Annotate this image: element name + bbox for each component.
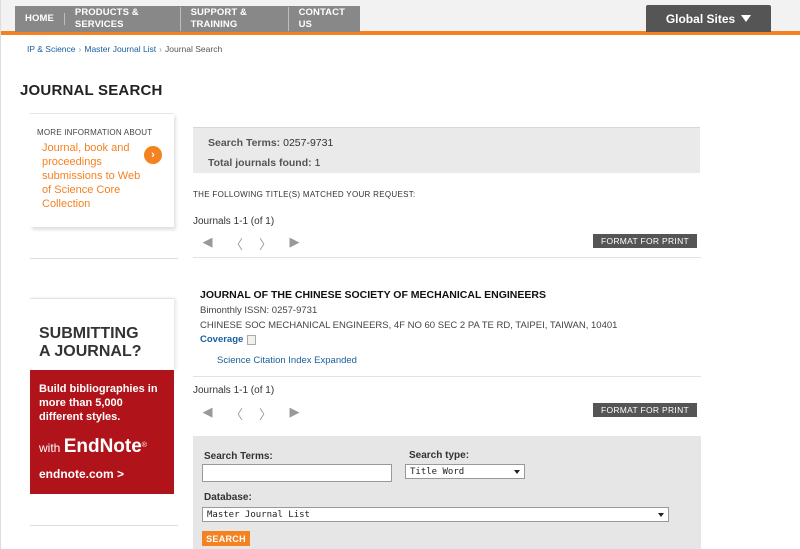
journal-issn: Bimonthly ISSN: 0257-9731 <box>200 305 318 316</box>
nav-products-services[interactable]: PRODUCTS & SERVICES <box>65 7 181 31</box>
pager-controls-top: ◀ 〈 〉 ▶ <box>193 234 309 253</box>
search-form: Search Terms: Search type: Title Word Da… <box>193 436 701 549</box>
pager-label-bottom: Journals 1-1 (of 1) <box>193 385 275 396</box>
main-nav-bar: HOME PRODUCTS & SERVICES SUPPORT & TRAIN… <box>15 6 360 32</box>
coverage-link[interactable]: Coverage <box>200 334 257 345</box>
chevron-down-icon <box>514 469 520 474</box>
search-terms-label: Search Terms: <box>204 451 273 462</box>
endnote-logo-text: EndNote <box>63 436 142 457</box>
search-button[interactable]: SEARCH <box>202 531 250 546</box>
endnote-brand: with EndNote® <box>39 436 147 458</box>
breadcrumb-master-journal-list[interactable]: Master Journal List <box>84 44 156 54</box>
summary-terms-label: Search Terms: <box>208 137 281 149</box>
global-sites-label: Global Sites <box>665 11 736 26</box>
summary-total-label: Total journals found: <box>208 157 312 169</box>
submitting-journal-title-line2: A JOURNAL? <box>39 343 142 360</box>
matched-heading: THE FOLLOWING TITLE(S) MATCHED YOUR REQU… <box>193 190 416 199</box>
nav-support-training[interactable]: SUPPORT & TRAINING <box>181 7 289 31</box>
breadcrumb-separator: › <box>159 44 163 54</box>
last-page-icon[interactable]: ▶ <box>280 404 309 423</box>
arrow-right-icon[interactable]: › <box>144 146 162 164</box>
sidebar-divider <box>30 525 178 526</box>
nav-home[interactable]: HOME <box>15 13 65 25</box>
chevron-down-icon <box>658 512 664 517</box>
more-info-heading: MORE INFORMATION ABOUT <box>37 128 153 137</box>
submitting-journal-title: SUBMITTING A JOURNAL? <box>39 325 142 361</box>
triangle-down-icon <box>741 15 752 22</box>
nav-contact-us[interactable]: CONTACT US <box>289 7 360 31</box>
divider <box>193 376 701 377</box>
search-type-select[interactable]: Title Word <box>405 464 525 479</box>
page: HOME PRODUCTS & SERVICES SUPPORT & TRAIN… <box>0 0 800 549</box>
submitting-journal-title-line1: SUBMITTING <box>39 325 139 342</box>
breadcrumb: IP & Science › Master Journal List › Journal… <box>27 44 222 54</box>
pager-controls-bottom: ◀ 〈 〉 ▶ <box>193 404 309 423</box>
more-info-link[interactable]: Journal, book and proceedings submission… <box>42 141 142 211</box>
search-terms-input[interactable] <box>202 464 392 482</box>
summary-total-value: 1 <box>314 157 321 169</box>
global-sites-button[interactable]: Global Sites <box>646 5 771 32</box>
endnote-with: with <box>39 441 61 455</box>
sidebar-divider <box>30 258 178 259</box>
previous-page-icon[interactable]: 〈 <box>222 404 251 423</box>
summary-search-terms: Search Terms: 0257-9731 <box>208 137 333 149</box>
summary-terms-value: 0257-9731 <box>283 137 334 149</box>
page-title: JOURNAL SEARCH <box>20 82 163 99</box>
search-type-label: Search type: <box>409 450 470 461</box>
search-type-value: Title Word <box>410 466 465 477</box>
journal-title: JOURNAL OF THE CHINESE SOCIETY OF MECHAN… <box>200 289 546 301</box>
breadcrumb-separator: › <box>78 44 82 54</box>
registered-mark: ® <box>141 442 147 449</box>
breadcrumb-ip-science[interactable]: IP & Science <box>27 44 76 54</box>
previous-page-icon[interactable]: 〈 <box>222 234 251 253</box>
first-page-icon[interactable]: ◀ <box>193 234 222 253</box>
next-page-icon[interactable]: 〉 <box>251 234 280 253</box>
coverage-label: Coverage <box>200 334 244 345</box>
more-info-promo[interactable]: MORE INFORMATION ABOUT Journal, book and… <box>30 113 174 227</box>
endnote-url-link[interactable]: endnote.com > <box>39 467 124 481</box>
first-page-icon[interactable]: ◀ <box>193 404 222 423</box>
science-citation-index-link[interactable]: Science Citation Index Expanded <box>217 355 357 366</box>
format-for-print-button-bottom[interactable]: FORMAT FOR PRINT <box>593 403 697 417</box>
database-value: Master Journal List <box>207 509 310 520</box>
endnote-ad[interactable]: Build bibliographies in more than 5,000 … <box>30 370 174 494</box>
coverage-toggle-icon[interactable] <box>247 334 257 345</box>
search-summary: Search Terms: 0257-9731 Total journals f… <box>193 127 700 173</box>
summary-total-found: Total journals found: 1 <box>208 157 320 169</box>
last-page-icon[interactable]: ▶ <box>280 234 309 253</box>
breadcrumb-current: Journal Search <box>165 44 223 54</box>
submitting-journal-banner[interactable]: SUBMITTING A JOURNAL? <box>30 298 174 370</box>
database-select[interactable]: Master Journal List <box>202 507 669 522</box>
pager-label-top: Journals 1-1 (of 1) <box>193 216 275 227</box>
endnote-ad-text: Build bibliographies in more than 5,000 … <box>39 383 158 423</box>
journal-address: CHINESE SOC MECHANICAL ENGINEERS, 4F NO … <box>200 320 618 331</box>
next-page-icon[interactable]: 〉 <box>251 404 280 423</box>
top-navigation: HOME PRODUCTS & SERVICES SUPPORT & TRAIN… <box>1 0 800 35</box>
divider <box>193 257 701 258</box>
database-label: Database: <box>204 492 252 503</box>
format-for-print-button-top[interactable]: FORMAT FOR PRINT <box>593 234 697 248</box>
